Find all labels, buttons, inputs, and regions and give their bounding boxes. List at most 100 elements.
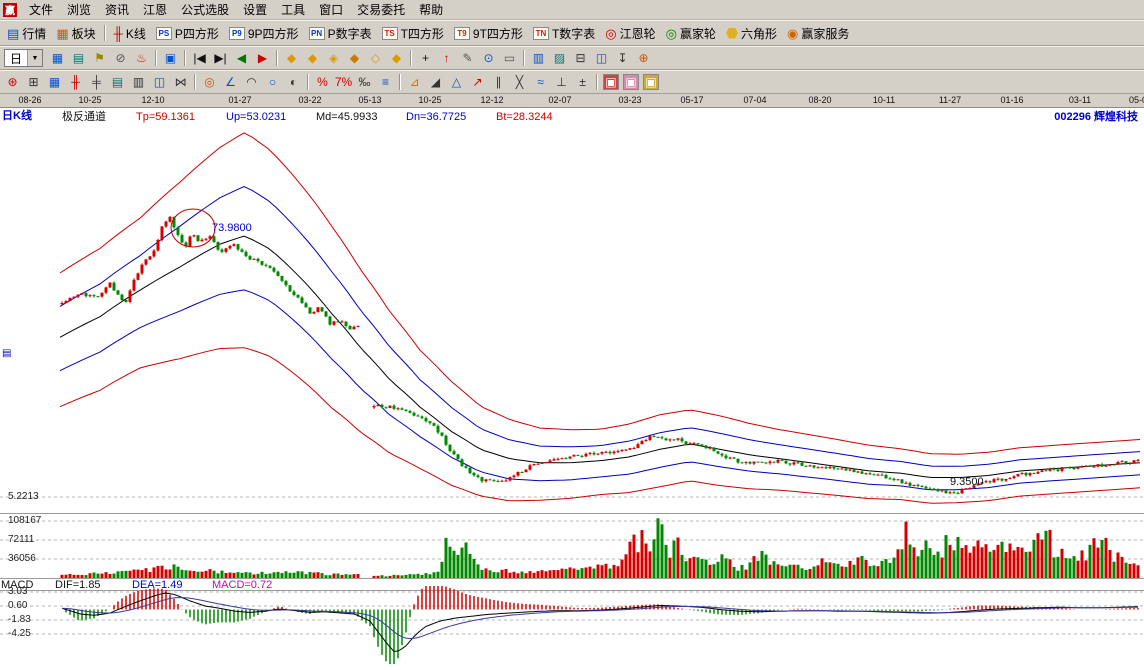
date-tick: 10-25: [78, 95, 101, 105]
toolbar-button-label: 板块: [72, 25, 96, 42]
target-tool-icon[interactable]: ◎: [199, 73, 220, 92]
save-icon[interactable]: ◫: [591, 49, 612, 68]
flag-icon[interactable]: ⚑: [89, 49, 110, 68]
chevron-down-icon[interactable]: ▼: [27, 50, 42, 66]
macd-axis-label-3: -1.83: [8, 614, 31, 626]
panel-style-icon[interactable]: ▥: [128, 73, 149, 92]
next-bar-icon[interactable]: ▶: [252, 49, 273, 68]
menu-item-2[interactable]: 资讯: [98, 0, 136, 19]
badge-red-icon[interactable]: ▣: [603, 74, 619, 90]
candle-style-icon[interactable]: ╫: [65, 73, 86, 92]
screen-layout-icon[interactable]: ▣: [160, 49, 181, 68]
menu-item-1[interactable]: 浏览: [60, 0, 98, 19]
toolbar-button-label: T四方形: [401, 25, 444, 42]
sectors-button[interactable]: ▦板块: [51, 23, 100, 44]
ruler-icon[interactable]: ▭: [499, 49, 520, 68]
gann-fan-icon[interactable]: ⊿: [404, 73, 425, 92]
wave-tool-icon[interactable]: ≈: [530, 73, 551, 92]
menu-item-3[interactable]: 江恩: [136, 0, 174, 19]
hexagon-button[interactable]: 六角形: [721, 23, 782, 44]
volume-axis-label-3: 36056: [8, 553, 36, 565]
gann-wheel-button[interactable]: ◎江恩轮: [600, 23, 660, 44]
percent-tool-icon[interactable]: %: [312, 73, 333, 92]
date-tick: 03-22: [298, 95, 321, 105]
menu-item-7[interactable]: 窗口: [312, 0, 350, 19]
prev-bar-icon[interactable]: ◀: [231, 49, 252, 68]
pencil-icon[interactable]: ✎: [457, 49, 478, 68]
first-bar-icon[interactable]: |◀: [189, 49, 210, 68]
compass-icon[interactable]: ⊙: [478, 49, 499, 68]
permille-tool-icon[interactable]: ‰: [354, 73, 375, 92]
gann-diamond-4-icon[interactable]: ◆: [344, 49, 365, 68]
date-tick: 07-04: [743, 95, 766, 105]
menu-item-4[interactable]: 公式选股: [174, 0, 236, 19]
gann-diamond-3-icon[interactable]: ◈: [323, 49, 344, 68]
menu-item-9[interactable]: 帮助: [412, 0, 450, 19]
date-tick: 08-26: [18, 95, 41, 105]
table-hatch-icon[interactable]: ▨: [549, 49, 570, 68]
parallel-tool-icon[interactable]: ∥: [488, 73, 509, 92]
band-dn-value: Dn=36.7725: [406, 111, 466, 123]
date-tick: 05-0: [1129, 95, 1144, 105]
torch-icon[interactable]: ♨: [131, 49, 152, 68]
menu-item-8[interactable]: 交易委托: [350, 0, 412, 19]
p-table-button[interactable]: PNP数字表: [304, 23, 377, 44]
menu-item-5[interactable]: 设置: [236, 0, 274, 19]
export-icon[interactable]: ↧: [612, 49, 633, 68]
zero-marker-icon[interactable]: ⊘: [110, 49, 131, 68]
print-icon[interactable]: ⊟: [570, 49, 591, 68]
cross-lines-tool-icon[interactable]: ╳: [509, 73, 530, 92]
grid-tool-icon[interactable]: ⊞: [23, 73, 44, 92]
gann-diamond-1-icon[interactable]: ◆: [281, 49, 302, 68]
menu-item-0[interactable]: 文件: [22, 0, 60, 19]
badge-gold-icon[interactable]: ▣: [643, 74, 659, 90]
gann-diamond-5-icon[interactable]: ◇: [365, 49, 386, 68]
t-table-button[interactable]: TNT数字表: [528, 23, 600, 44]
gann-diamond-6-icon[interactable]: ◆: [386, 49, 407, 68]
service-cart-icon[interactable]: ⊕: [633, 49, 654, 68]
crosshair-icon[interactable]: +: [415, 49, 436, 68]
wedge-tool-icon[interactable]: ◢: [425, 73, 446, 92]
price-axis-bottom-label: 5.2213: [8, 491, 39, 503]
winner-wheel-button[interactable]: ◎赢家轮: [661, 23, 721, 44]
chart-area[interactable]: 日K线 极反通道 Tp=59.1361 Up=53.0231 Md=45.993…: [0, 108, 1144, 670]
gann-diamond-2-icon[interactable]: ◆: [302, 49, 323, 68]
p-square-button[interactable]: PSP四方形: [151, 23, 224, 44]
table-small-icon[interactable]: ▥: [528, 49, 549, 68]
winner-service-button[interactable]: ◉赢家服务: [782, 23, 854, 44]
dense-grid-tool-icon[interactable]: ▦: [44, 73, 65, 92]
circle-tool-icon[interactable]: ○: [262, 73, 283, 92]
seven-percent-tool-icon[interactable]: 7%: [333, 73, 354, 92]
ohlc-style-icon[interactable]: ╪: [86, 73, 107, 92]
toolbar-tools: 日 ▼ ▦▤⚑⊘♨▣|◀▶|◀▶◆◆◈◆◇◆+↑✎⊙▭▥▨⊟◫↧⊕: [0, 46, 1144, 70]
trendline-tool-icon[interactable]: ↗: [467, 73, 488, 92]
board-view-icon[interactable]: ▤: [68, 49, 89, 68]
grid-view-icon[interactable]: ▦: [47, 49, 68, 68]
toolbar-button-label: 六角形: [741, 25, 777, 42]
perpendicular-tool-icon[interactable]: ⊥: [551, 73, 572, 92]
last-bar-icon[interactable]: ▶|: [210, 49, 231, 68]
arc-tool-icon[interactable]: ◠: [241, 73, 262, 92]
axle-tool-icon[interactable]: ⊛: [2, 73, 23, 92]
t-square-button[interactable]: TST四方形: [377, 23, 449, 44]
split-pane-icon[interactable]: ◫: [149, 73, 170, 92]
pane-corner-icon[interactable]: ▤: [2, 348, 11, 360]
plusminus-tool-icon[interactable]: ±: [572, 73, 593, 92]
triangle-tool-icon[interactable]: △: [446, 73, 467, 92]
period-dropdown[interactable]: 日 ▼: [4, 49, 43, 67]
app-window: 赢 文件浏览资讯江恩公式选股设置工具窗口交易委托帮助 ▤行情▦板块╫K线PSP四…: [0, 0, 1144, 670]
9t-square-button[interactable]: T99T四方形: [449, 23, 528, 44]
cycle-tool-icon[interactable]: ◐: [283, 73, 304, 92]
9p-square-button[interactable]: P99P四方形: [224, 23, 304, 44]
badge-pink-icon[interactable]: ▣: [623, 74, 639, 90]
levels-tool-icon[interactable]: ≡: [375, 73, 396, 92]
angle-tool-icon[interactable]: ∠: [220, 73, 241, 92]
up-arrow-icon[interactable]: ↑: [436, 49, 457, 68]
menu-item-6[interactable]: 工具: [274, 0, 312, 19]
quotes-button[interactable]: ▤行情: [2, 23, 51, 44]
p9-badge-icon: P9: [229, 27, 245, 40]
merge-pane-icon[interactable]: ⋈: [170, 73, 191, 92]
kline-button[interactable]: ╫K线: [109, 23, 151, 44]
macd-dif-value: DIF=1.85: [55, 579, 101, 591]
area-style-icon[interactable]: ▤: [107, 73, 128, 92]
